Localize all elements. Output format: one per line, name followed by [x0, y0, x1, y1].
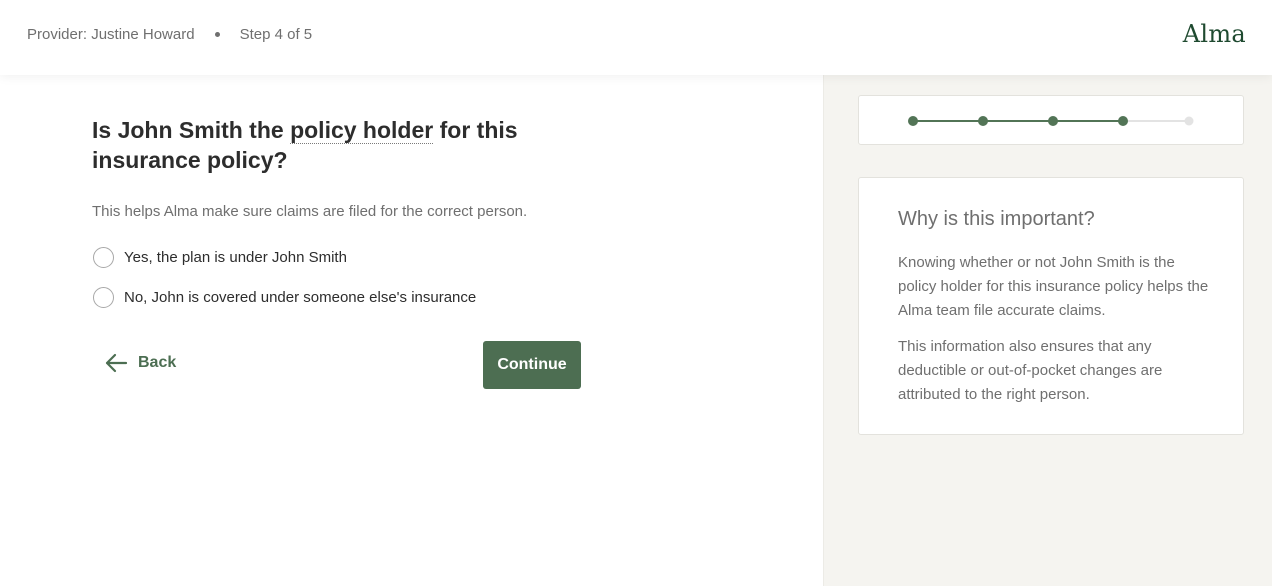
step-dot-4 — [1118, 116, 1128, 126]
step-indicator: Step 4 of 5 — [239, 26, 313, 43]
info-paragraph-2: This information also ensures that any d… — [898, 338, 1163, 403]
radio-no[interactable] — [93, 287, 114, 308]
helper-text: This helps Alma make sure claims are fil… — [92, 203, 528, 220]
policy-holder-term[interactable]: policy holder — [290, 117, 434, 144]
step-dot-1 — [908, 116, 918, 126]
info-title: Why is this important? — [898, 208, 1095, 230]
option-yes-label: Yes, the plan is under John Smith — [124, 249, 347, 266]
sidebar: Why is this important? Knowing whether o… — [823, 75, 1272, 586]
back-button[interactable]: Back — [104, 353, 176, 373]
progress-card — [858, 95, 1244, 145]
separator-dot — [214, 32, 220, 37]
continue-button[interactable]: Continue — [483, 341, 581, 389]
alma-logo[interactable]: Alma — [1183, 20, 1246, 48]
option-no-label: No, John is covered under someone else's… — [124, 289, 477, 306]
back-label: Back — [138, 354, 177, 371]
progress-stepper — [908, 116, 1194, 126]
step-dot-5 — [1184, 116, 1194, 126]
top-header: Provider: Justine Howard Step 4 of 5 Alm… — [0, 0, 1272, 75]
question-title: Is John Smith the policy holder for this… — [92, 115, 592, 175]
info-paragraph-1: Knowing whether or not John Smith is the… — [898, 254, 1209, 319]
step-dot-3 — [1048, 116, 1058, 126]
option-yes[interactable]: Yes, the plan is under John Smith — [93, 247, 347, 268]
question-prefix: Is John Smith the — [92, 117, 291, 143]
arrow-left-icon — [105, 353, 128, 373]
header-meta: Provider: Justine Howard Step 4 of 5 — [27, 26, 312, 43]
main-content: Is John Smith the policy holder for this… — [0, 75, 823, 586]
info-card: Why is this important? Knowing whether o… — [858, 177, 1244, 435]
step-dot-2 — [978, 116, 988, 126]
option-no[interactable]: No, John is covered under someone else's… — [93, 287, 476, 308]
radio-yes[interactable] — [93, 247, 114, 268]
provider-label: Provider: Justine Howard — [27, 26, 195, 43]
